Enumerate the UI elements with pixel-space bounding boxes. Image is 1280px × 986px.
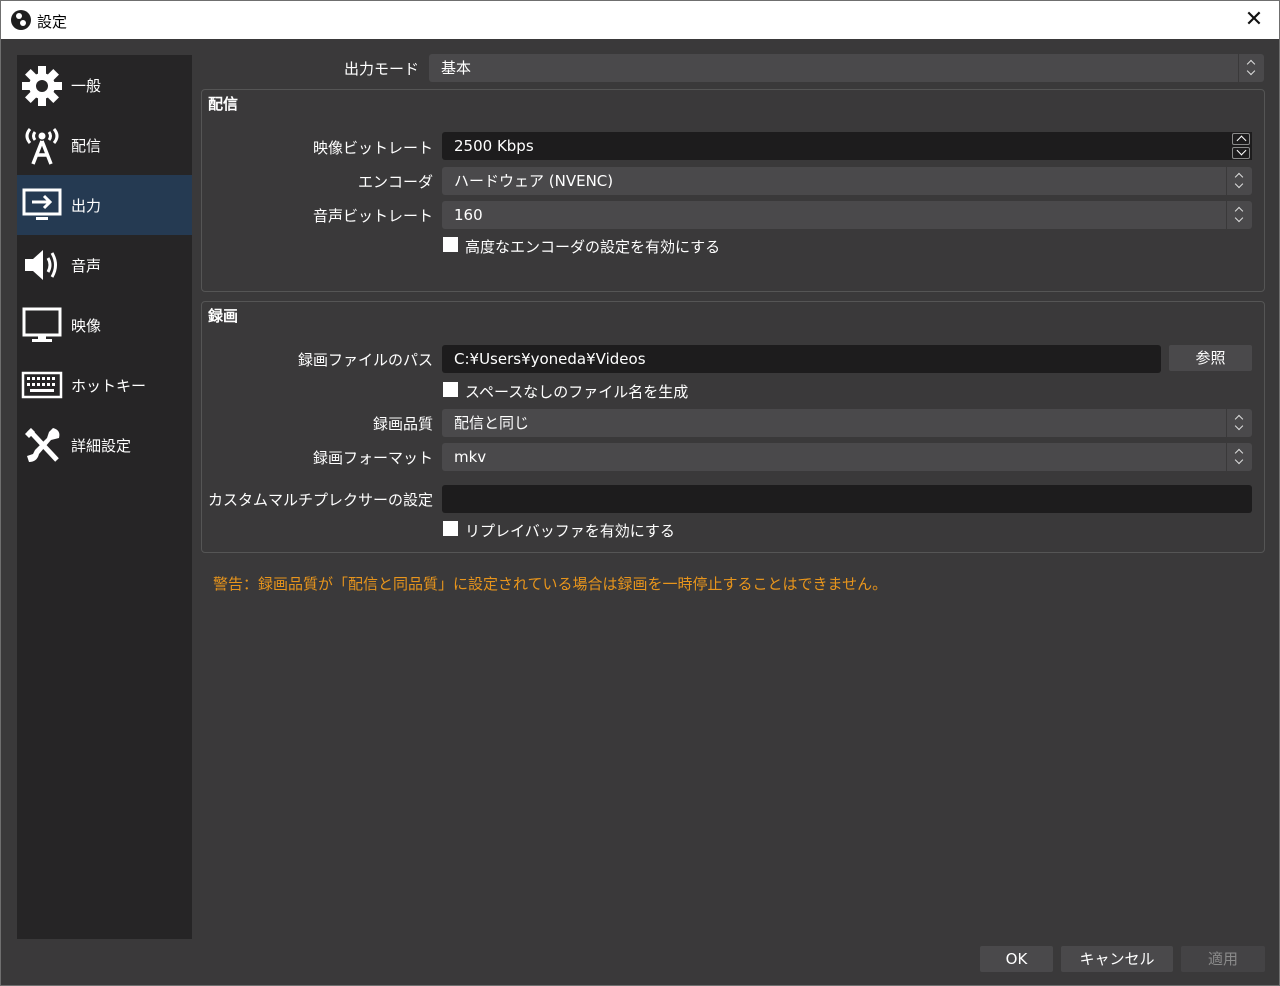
cancel-button[interactable]: キャンセル bbox=[1061, 946, 1173, 972]
recording-path-value: C:¥Users¥yoneda¥Videos bbox=[454, 350, 646, 368]
browse-button[interactable]: 参照 bbox=[1169, 345, 1252, 371]
checkbox-box[interactable] bbox=[443, 237, 458, 252]
title-bar: 設定 ✕ bbox=[1, 1, 1279, 39]
video-bitrate-value: 2500 Kbps bbox=[454, 137, 534, 155]
apply-button[interactable]: 適用 bbox=[1181, 946, 1265, 972]
recording-format-label: 録画フォーマット bbox=[312, 449, 433, 467]
sidebar-item-general[interactable]: 一般 bbox=[17, 55, 192, 115]
custom-muxer-input[interactable] bbox=[442, 485, 1252, 513]
speaker-icon bbox=[25, 250, 57, 280]
recording-group-title: 録画 bbox=[208, 307, 239, 325]
streaming-group-title: 配信 bbox=[208, 95, 239, 113]
checkbox-box[interactable] bbox=[443, 382, 458, 397]
sidebar-item-hotkeys[interactable]: ホットキー bbox=[17, 355, 192, 415]
checkbox-label: リプレイバッファを有効にする bbox=[465, 522, 675, 540]
broadcast-icon bbox=[25, 128, 59, 165]
no-space-filename-checkbox[interactable]: スペースなしのファイル名を生成 bbox=[443, 381, 843, 401]
video-bitrate-label: 映像ビットレート bbox=[312, 139, 433, 157]
checkbox-label: スペースなしのファイル名を生成 bbox=[465, 383, 689, 401]
output-mode-select[interactable]: 基本 bbox=[429, 54, 1264, 82]
recording-format-value: mkv bbox=[454, 448, 487, 466]
sidebar-item-stream[interactable]: 配信 bbox=[17, 115, 192, 175]
sidebar-item-video[interactable]: 映像 bbox=[17, 295, 192, 355]
custom-muxer-label: カスタムマルチプレクサーの設定 bbox=[207, 491, 433, 509]
stepper-up-icon[interactable] bbox=[1232, 133, 1250, 145]
sidebar-item-label: 映像 bbox=[71, 317, 102, 335]
stepper-down-icon[interactable] bbox=[1232, 147, 1250, 159]
sidebar-item-label: 音声 bbox=[71, 257, 102, 275]
gear-icon bbox=[22, 66, 62, 106]
warning-message: 警告：録画品質が「配信と同品質」に設定されている場合は録画を一時停止することはで… bbox=[213, 575, 888, 593]
checkbox-box[interactable] bbox=[443, 521, 458, 536]
recording-quality-label: 録画品質 bbox=[372, 415, 433, 433]
recording-quality-value: 配信と同じ bbox=[454, 414, 530, 432]
chevron-updown-icon bbox=[1226, 167, 1252, 195]
chevron-updown-icon bbox=[1226, 443, 1252, 471]
video-bitrate-input[interactable]: 2500 Kbps bbox=[442, 132, 1252, 160]
output-monitor-icon bbox=[22, 188, 62, 220]
recording-quality-select[interactable]: 配信と同じ bbox=[442, 409, 1252, 437]
ok-button[interactable]: OK bbox=[980, 946, 1053, 972]
recording-path-input[interactable]: C:¥Users¥yoneda¥Videos bbox=[442, 345, 1161, 373]
audio-bitrate-label: 音声ビットレート bbox=[312, 207, 433, 225]
checkbox-label: 高度なエンコーダの設定を有効にする bbox=[465, 238, 721, 256]
output-mode-label: 出力モード bbox=[343, 60, 419, 78]
recording-path-label: 録画ファイルのパス bbox=[297, 351, 433, 369]
sidebar-item-label: ホットキー bbox=[71, 377, 147, 395]
video-bitrate-stepper[interactable] bbox=[1230, 132, 1252, 160]
encoder-select[interactable]: ハードウェア (NVENC) bbox=[442, 167, 1252, 195]
tools-icon bbox=[25, 428, 60, 462]
obs-logo-icon bbox=[11, 10, 31, 30]
audio-bitrate-value: 160 bbox=[454, 206, 483, 224]
sidebar-item-audio[interactable]: 音声 bbox=[17, 235, 192, 295]
sidebar: 一般 配信 出力 音声 映像 ホットキー 詳細設定 bbox=[17, 55, 192, 939]
monitor-icon bbox=[22, 307, 62, 342]
replay-buffer-checkbox[interactable]: リプレイバッファを有効にする bbox=[443, 520, 843, 540]
sidebar-item-output[interactable]: 出力 bbox=[17, 175, 192, 235]
chevron-updown-icon bbox=[1238, 54, 1264, 82]
window-title: 設定 bbox=[37, 13, 68, 31]
sidebar-item-label: 出力 bbox=[71, 197, 102, 215]
sidebar-item-label: 一般 bbox=[71, 77, 102, 95]
sidebar-item-label: 詳細設定 bbox=[71, 437, 132, 455]
settings-window: 設定 ✕ 一般 配信 出力 音声 映像 ホットキー 詳細設定 出力モード 基本 … bbox=[0, 0, 1280, 986]
keyboard-icon bbox=[21, 371, 63, 399]
audio-bitrate-select[interactable]: 160 bbox=[442, 201, 1252, 229]
output-mode-value: 基本 bbox=[441, 59, 472, 77]
advanced-encoder-checkbox[interactable]: 高度なエンコーダの設定を有効にする bbox=[443, 236, 843, 256]
sidebar-item-advanced[interactable]: 詳細設定 bbox=[17, 415, 192, 475]
chevron-updown-icon bbox=[1226, 201, 1252, 229]
encoder-label: エンコーダ bbox=[357, 173, 433, 191]
recording-format-select[interactable]: mkv bbox=[442, 443, 1252, 471]
chevron-updown-icon bbox=[1226, 409, 1252, 437]
sidebar-item-label: 配信 bbox=[71, 137, 102, 155]
encoder-value: ハードウェア (NVENC) bbox=[454, 172, 614, 190]
close-button[interactable]: ✕ bbox=[1241, 7, 1267, 33]
